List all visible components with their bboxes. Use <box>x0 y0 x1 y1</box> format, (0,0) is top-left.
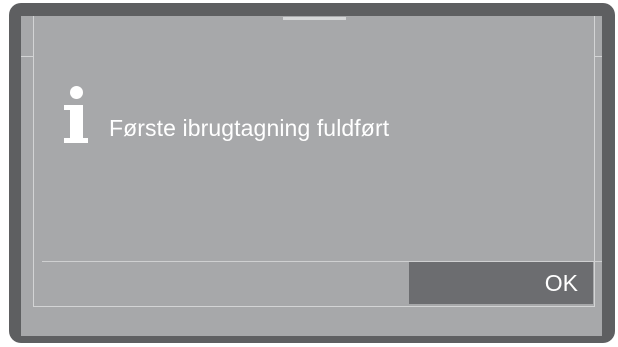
top-center-tab <box>283 17 346 20</box>
info-icon-bottom-serif <box>64 138 88 143</box>
message-row: Første ibrugtagning fuldført <box>64 86 389 146</box>
ok-button[interactable]: OK <box>409 262 593 304</box>
dialog-screen: Første ibrugtagning fuldført OK <box>21 16 602 336</box>
screen-guide-right <box>594 16 595 307</box>
info-icon-stem <box>70 105 83 142</box>
info-icon-dot <box>70 86 83 99</box>
screen-guide-bottom <box>33 306 595 307</box>
info-icon <box>64 86 88 146</box>
screen-guide-top-right <box>595 56 602 57</box>
screen-guide-top-left <box>21 56 33 57</box>
screen-guide-left <box>33 16 34 307</box>
dialog-message: Første ibrugtagning fuldført <box>109 115 390 141</box>
